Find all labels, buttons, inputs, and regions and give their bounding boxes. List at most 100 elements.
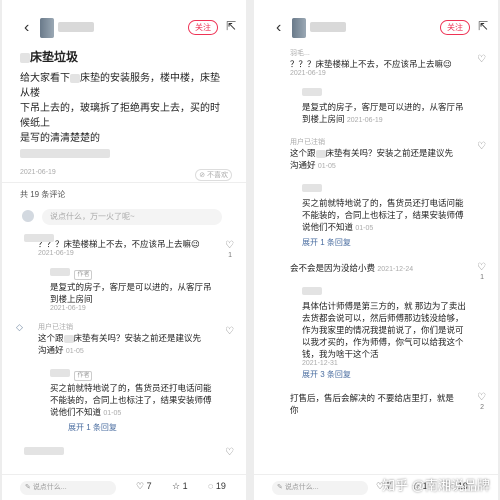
comment-text: 会不会是因为没给小费 2021-12-24 — [290, 262, 480, 276]
commenter-name[interactable]: 羽毛... — [290, 48, 480, 58]
replier-redacted — [50, 267, 70, 276]
post-header: ‹ 关注 ⇱ — [254, 14, 498, 44]
replier-redacted — [302, 183, 322, 192]
reply-text-part: 买之前就特地说了的，售货员还打电话问能不能装的，合同上也标注了，结果安装师傅说他… — [302, 198, 464, 232]
comment-item: ？？？床垫楼梯上不去，不应该吊上去嘛😉 2021-06-19 ♡ 1 — [2, 234, 246, 259]
like-icon[interactable]: ♡ — [477, 262, 486, 273]
commenter-redacted — [24, 234, 54, 242]
collect-button[interactable]: ☆ 1 — [172, 481, 188, 492]
comment-button[interactable]: ◌ 19 — [208, 481, 226, 491]
comment-count: 共 19 条评论 — [20, 190, 66, 199]
unlike-label: 不喜欢 — [207, 172, 228, 179]
reply-time: 01-05 — [355, 225, 374, 232]
heart-icon: ♡ — [136, 481, 145, 491]
left-screen: ‹ 关注 ⇱ 床垫垃圾 给大家看下 床垫的安装服务，楼中楼，床垫从楼 下吊上去的，… — [2, 0, 246, 500]
like-count: 7 — [146, 481, 152, 491]
redacted-text — [70, 73, 80, 83]
commenter-name[interactable]: 用户已注销 — [290, 137, 480, 147]
user-avatar-icon: ◇ — [16, 322, 23, 332]
follow-button[interactable]: 关注 — [440, 20, 470, 35]
like-icon[interactable]: ♡ — [225, 240, 234, 251]
reply-text: 是复式的房子，客厅是可以进的，从客厅吊到楼上房间 2021-06-19 — [302, 101, 476, 127]
like-count: 2 — [480, 404, 484, 411]
commenter-name[interactable]: 用户已注销 — [38, 322, 228, 332]
author-tag: 作者 — [74, 270, 93, 280]
bottom-input-placeholder: 说点什么... — [284, 484, 319, 491]
like-icon[interactable]: ♡ — [477, 141, 486, 152]
bottom-comment-input[interactable]: ✎ 说点什么... — [20, 481, 116, 495]
author-avatar[interactable] — [292, 18, 306, 38]
expand-replies-link[interactable]: 展开 1 条回复 — [68, 422, 246, 433]
reply-text: 具体估计师傅是第三方的，就 那边为了卖出去货都会说可以，然后师傅那边钱没给够，作… — [302, 301, 466, 359]
share-icon[interactable]: ⇱ — [478, 19, 488, 33]
comment-text-part: 这个跟 — [38, 333, 64, 343]
comment-item: 羽毛... ？？？床垫楼梯上不去，不应该吊上去嘛😉 2021-06-19 ♡ — [254, 48, 498, 77]
share-icon[interactable]: ⇱ — [226, 19, 236, 33]
redacted-text — [20, 148, 110, 158]
comment-item: 会不会是因为没给小费 2021-12-24 ♡ 1 — [254, 262, 498, 281]
reply-text: 是复式的房子，客厅是可以进的，从客厅吊到楼上房间 — [50, 282, 212, 304]
comment-input[interactable]: 说点什么，万一火了呢~ — [42, 209, 222, 225]
reply-item: 具体估计师傅是第三方的，就 那边为了卖出去货都会说可以，然后师傅那边钱没给够，作… — [302, 282, 498, 367]
like-count: 1 — [228, 252, 232, 259]
reply-time: 01-05 — [103, 410, 122, 417]
post-title-text: 床垫垃圾 — [30, 50, 79, 64]
reply-item: 买之前就特地说了的，售货员还打电话问能不能装的，合同上也标注了，结果安装师傅说他… — [302, 179, 498, 235]
reply-text: 买之前就特地说了的，售货员还打电话问能不能装的，合同上也标注了，结果安装师傅说他… — [302, 197, 476, 235]
redacted-text — [20, 52, 30, 63]
like-icon[interactable]: ♡ — [225, 326, 234, 337]
post-header: ‹ 关注 ⇱ — [2, 14, 246, 44]
bottom-comment-input[interactable]: ✎ 说点什么... — [272, 481, 368, 495]
post-meta: 2021-06-19 ⊘ 不喜欢 — [2, 169, 246, 181]
comment-time: 01-05 — [65, 348, 84, 355]
comment-time: 2021-06-19 — [290, 70, 326, 77]
reply-text: 买之前就特地说了的，售货员还打电话问能不能装的，合同上也标注了，结果安装师傅说他… — [50, 382, 224, 420]
comment-text-part: 会不会是因为没给小费 — [290, 263, 376, 273]
replier-redacted — [302, 87, 322, 96]
author-name-redacted[interactable] — [310, 22, 346, 32]
replier-redacted — [302, 286, 322, 295]
comment-input-row: 说点什么，万一火了呢~ — [2, 204, 246, 230]
bottom-action-bar: ✎ 说点什么... ♡ 7 ☆ 1 ◌ 19 — [2, 474, 246, 500]
post-body-text: 下吊上去的，玻璃拆了拒绝再安上去，买的时候纸上 — [20, 103, 220, 129]
comment-time: 2021-12-24 — [377, 266, 414, 273]
comment-text: 这个跟 床垫有关吗？安装之前还是建议先沟通好 01-05 — [290, 147, 480, 173]
status-bar — [254, 0, 498, 14]
reply-item: 是复式的房子，客厅是可以进的，从客厅吊到楼上房间 2021-06-19 ♡ — [302, 83, 498, 127]
comment-text: ？？？床垫楼梯上不去，不应该吊上去嘛😉 — [38, 239, 200, 249]
like-icon[interactable]: ♡ — [225, 447, 234, 458]
replier-redacted — [50, 368, 70, 377]
author-avatar[interactable] — [40, 18, 54, 38]
comment-icon: ◌ — [208, 481, 214, 491]
back-icon[interactable]: ‹ — [276, 20, 281, 36]
user-avatar — [22, 210, 34, 222]
comment-time: 01-05 — [317, 163, 336, 170]
bottom-input-placeholder: 说点什么... — [32, 484, 67, 491]
comment-text: 这个跟 床垫有关吗？安装之前还是建议先沟通好 01-05 — [38, 332, 228, 358]
screenshot-composite: ‹ 关注 ⇱ 床垫垃圾 给大家看下 床垫的安装服务，楼中楼，床垫从楼 下吊上去的，… — [0, 0, 500, 500]
post-body-text: 给大家看下 — [20, 73, 70, 84]
reply-item: 作者 买之前就特地说了的，售货员还打电话问能不能装的，合同上也标注了，结果安装师… — [50, 364, 246, 420]
comment-text: ？？？床垫楼梯上不去，不应该吊上去嘛😉 — [290, 59, 452, 69]
follow-button[interactable]: 关注 — [188, 20, 218, 35]
like-icon[interactable]: ♡ — [477, 392, 486, 403]
post-body-text: 是写的清清楚楚的 — [20, 133, 100, 144]
reply-text-part: 买之前就特地说了的，售货员还打电话问能不能装的，合同上也标注了，结果安装师傅说他… — [50, 383, 212, 417]
reply-time: 2021-06-19 — [50, 305, 86, 312]
unlike-button[interactable]: ⊘ 不喜欢 — [195, 169, 232, 181]
like-icon[interactable]: ♡ — [477, 54, 486, 65]
like-button[interactable]: ♡ 7 — [136, 481, 152, 492]
comment-time: 2021-06-19 — [38, 250, 74, 257]
back-icon[interactable]: ‹ — [24, 20, 29, 36]
reply-item: 作者 是复式的房子，客厅是可以进的，从客厅吊到楼上房间 2021-06-19 ♡ — [50, 263, 246, 312]
comment-text: 打售后，售后会解决的 不要给店里打，就是你 — [290, 393, 454, 415]
author-tag: 作者 — [74, 371, 93, 381]
reply-time: 2021-06-19 — [346, 117, 383, 124]
comment-count-bottom: 19 — [215, 481, 226, 491]
expand-replies-link[interactable]: 展开 1 条回复 — [302, 237, 498, 248]
divider — [2, 182, 246, 183]
author-name-redacted[interactable] — [58, 22, 94, 32]
comment-text-part: 这个跟 — [290, 148, 316, 158]
expand-replies-link[interactable]: 展开 3 条回复 — [302, 369, 498, 380]
right-screen: ‹ 关注 ⇱ 羽毛... ？？？床垫楼梯上不去，不应该吊上去嘛😉 2021-06… — [254, 0, 498, 500]
